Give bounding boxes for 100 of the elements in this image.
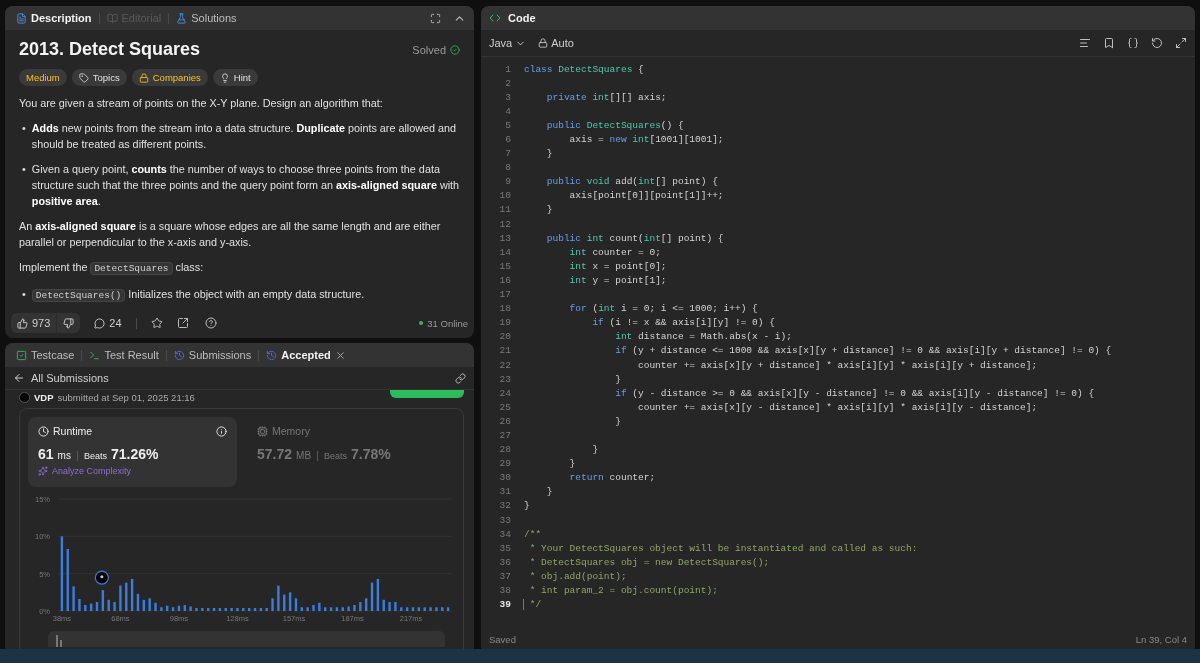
chart-bar <box>207 608 210 611</box>
tab[interactable]: Test Result <box>86 349 162 361</box>
code-line: int x = point[0]; <box>568 260 667 272</box>
chart-bar <box>411 607 415 611</box>
book-icon <box>106 12 118 24</box>
fullscreen-icon[interactable] <box>430 12 441 24</box>
code-line: if (i != x && axis[i][y] != 0) { <box>591 317 775 329</box>
comments-button[interactable]: 24 <box>88 313 128 333</box>
stat-card[interactable]: Runtime 61 ms Beats 71.26% Analyze Complexity <box>28 417 237 487</box>
stat-card[interactable]: Memory 57.72 MB Beats 7.78% <box>247 417 455 487</box>
chart-bar <box>312 605 315 611</box>
chart-bar <box>429 607 432 611</box>
code-line: int y = point[1]; <box>568 274 667 286</box>
tag[interactable]: Companies <box>131 69 208 86</box>
chart-bar <box>288 592 292 611</box>
chart-bar <box>171 607 175 611</box>
action-button[interactable] <box>390 390 464 398</box>
line-number: 17 <box>498 289 511 301</box>
tab[interactable]: Testcase <box>13 349 78 361</box>
braces-icon[interactable] <box>1127 37 1139 49</box>
tag[interactable]: Hint <box>212 69 258 86</box>
chart-bar <box>142 599 145 611</box>
sparkles-icon <box>38 466 48 476</box>
stat-unit: MB <box>296 450 312 461</box>
line-number: 18 <box>498 303 511 315</box>
chart-bar <box>148 598 151 611</box>
line-number: 20 <box>498 331 511 343</box>
expand-icon[interactable] <box>1175 37 1187 49</box>
bullet-marker: • <box>21 162 26 177</box>
arrow-left-icon <box>13 372 25 384</box>
chart-bar <box>230 608 233 611</box>
thumbs-down-icon <box>63 317 75 329</box>
mode-select[interactable]: Auto <box>538 37 574 49</box>
chart-bar <box>394 602 397 611</box>
submission-time: submitted at Sep 01, 2025 21:16 <box>57 391 195 403</box>
line-number: 10 <box>498 190 511 202</box>
bullet-text: Adds new points from the stream into a data structure. Duplicate points are allowed and should be treated as different points. <box>31 121 458 152</box>
chart-bar <box>329 607 333 611</box>
history-icon <box>266 349 278 361</box>
chart-bar <box>441 607 444 611</box>
chip-icon <box>257 425 268 437</box>
paragraph: You are given a stream of points on the X-Y plane. Design an algorithm that: <box>19 96 384 111</box>
chart-bar <box>294 598 298 611</box>
line-number: 12 <box>498 218 511 230</box>
line-number: 31 <box>498 486 511 498</box>
chart-bar <box>335 607 339 611</box>
code-line: } <box>591 444 599 456</box>
line-number: 35 <box>498 542 511 554</box>
tag[interactable]: Medium <box>19 69 67 86</box>
line-number: 26 <box>498 415 511 427</box>
stat-value: 57.72 <box>257 446 293 462</box>
line-number: 37 <box>498 570 511 582</box>
chart-bar <box>446 607 450 611</box>
line-number: 24 <box>498 387 511 399</box>
tab[interactable]: Submissions <box>170 349 255 361</box>
star-icon[interactable] <box>150 317 163 329</box>
tag[interactable]: Topics <box>71 69 127 86</box>
line-number: 15 <box>498 260 511 272</box>
chart-bar <box>347 606 350 611</box>
bookmark-icon[interactable] <box>1103 37 1115 49</box>
chart-bar <box>195 608 198 611</box>
language-select[interactable]: Java <box>489 37 527 49</box>
flask-icon <box>176 12 188 24</box>
code-line: } <box>545 148 553 160</box>
code-line: } <box>568 458 576 470</box>
share-icon[interactable] <box>176 317 189 329</box>
tab[interactable]: Description <box>13 12 95 24</box>
line-number: 33 <box>498 514 511 526</box>
code-line: * DetectSquares obj = new DetectSquares(); <box>528 556 770 568</box>
chart-bar <box>400 607 403 611</box>
code-icon <box>489 12 501 24</box>
chart-bar <box>66 549 69 611</box>
chart-bar <box>365 598 368 611</box>
info-icon[interactable] <box>216 425 227 437</box>
avatar-marker <box>94 570 109 585</box>
chart-bar <box>359 602 362 611</box>
cursor-position: Ln 39, Col 4 <box>1135 634 1187 645</box>
link-icon[interactable] <box>455 372 466 384</box>
line-number: 38 <box>498 585 511 596</box>
tab[interactable]: Accepted <box>263 349 349 361</box>
line-number: 32 <box>498 500 511 512</box>
panel-title: Code <box>507 12 537 24</box>
help-icon[interactable] <box>204 317 217 329</box>
format-icon[interactable] <box>1079 37 1091 49</box>
line-number: 16 <box>498 274 511 286</box>
paragraph: Implement the DetectSquares class: <box>19 260 205 277</box>
reset-icon[interactable] <box>1151 37 1163 49</box>
code-line: public int count(int[] point) { <box>545 232 724 244</box>
lock-icon <box>538 38 549 48</box>
close-icon[interactable] <box>334 349 346 361</box>
line-number: 5 <box>504 119 511 131</box>
line-number: 21 <box>498 345 511 357</box>
beats-label: Beats <box>76 451 107 461</box>
code-line: } <box>614 373 621 385</box>
chart-bar <box>370 582 374 611</box>
document-icon <box>16 12 27 24</box>
chart-bar <box>242 608 245 611</box>
solved-status: Solved <box>412 43 446 56</box>
tab[interactable]: Solutions <box>173 12 240 24</box>
back-link[interactable]: All Submissions <box>13 372 109 384</box>
